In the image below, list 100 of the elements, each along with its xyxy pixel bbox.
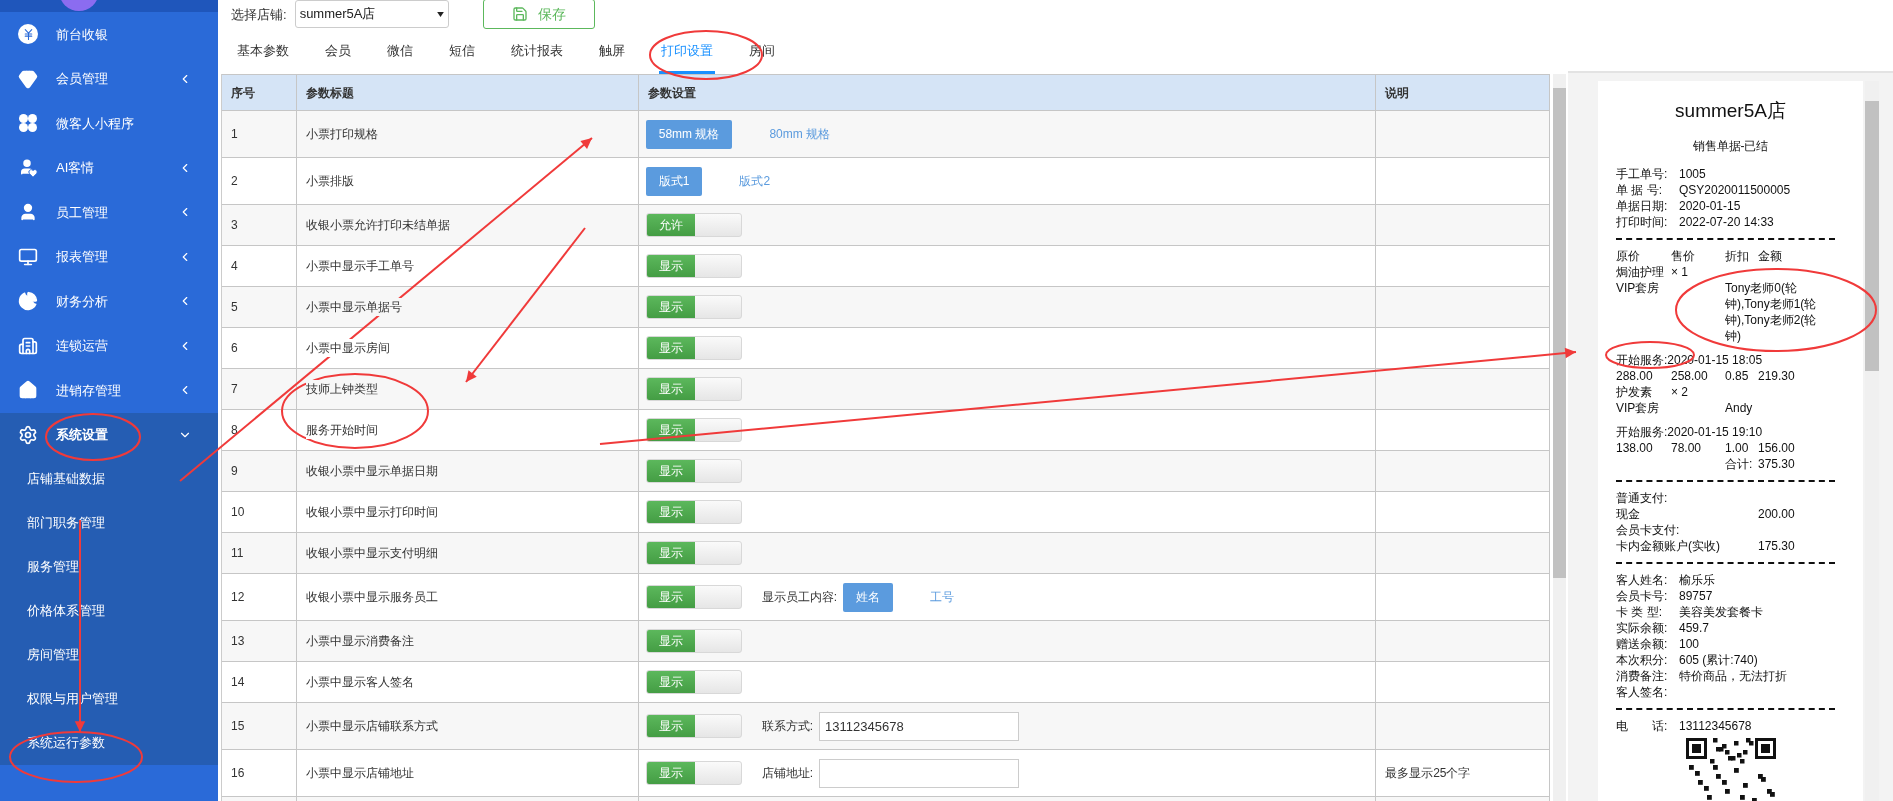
toggle-switch[interactable]: 显示 [645, 500, 742, 524]
receipt-label: 卡 类 型: [1616, 604, 1663, 620]
receipt-value: 护发素 [1616, 384, 1653, 400]
tab[interactable]: 统计报表 [509, 30, 565, 74]
receipt-value: 0.85 [1725, 368, 1750, 384]
column-header: 参数标题 [296, 75, 639, 110]
option-button[interactable]: 版式1 [645, 166, 703, 196]
receipt-label: 单 据 号: [1616, 182, 1663, 198]
receipt-subtitle: 销售单据-已结 [1691, 138, 1770, 154]
toggle-switch[interactable]: 显示 [645, 254, 742, 278]
table-cell: 8 [222, 410, 297, 450]
table-cell: 小票中显示客人签名 [305, 673, 414, 691]
sidebar-label: 报表管理 [56, 248, 109, 266]
field-label: 店铺地址: [761, 765, 814, 782]
receipt-label: 单据日期: [1616, 198, 1669, 214]
receipt-label: 开始服务: [1616, 424, 1668, 440]
option-button[interactable]: 姓名 [843, 582, 894, 612]
table-cell: 技师上钟类型 [305, 380, 378, 398]
sidebar-item[interactable]: 前台收银 [0, 12, 218, 57]
sidebar-item[interactable]: 财务分析 [0, 279, 218, 324]
toggle-switch[interactable]: 允许 [645, 213, 742, 237]
submenu-item[interactable]: 服务管理 [0, 545, 218, 589]
receipt-value: 榆乐乐 [1679, 572, 1715, 588]
tab[interactable]: 短信 [447, 30, 477, 74]
receipt-value: × 2 [1671, 384, 1689, 400]
toggle-switch[interactable]: 显示 [645, 295, 742, 319]
submenu-item[interactable]: 权限与用户管理 [0, 677, 218, 721]
receipt-value: 2022-07-20 14:33 [1679, 214, 1774, 230]
caret-icon [436, 11, 444, 17]
submenu-item[interactable]: 店铺基础数据 [0, 457, 218, 501]
sidebar-label: 连锁运营 [56, 337, 109, 355]
toggle-switch[interactable]: 显示 [645, 629, 742, 653]
receipt-value: 459.7 [1679, 620, 1710, 636]
sidebar-label: 前台收银 [56, 25, 109, 44]
receipt-value: 258.00 [1671, 368, 1709, 384]
sidebar-item[interactable]: 员工管理 [0, 190, 218, 235]
toggle-switch[interactable]: 显示 [645, 585, 742, 609]
toggle-switch[interactable]: 显示 [645, 761, 742, 785]
table-cell: 收银小票中显示支付明细 [305, 544, 438, 562]
toggle-switch[interactable]: 显示 [645, 377, 742, 401]
toggle-switch[interactable]: 显示 [645, 418, 742, 442]
sidebar-label: 财务分析 [56, 292, 109, 311]
toggle-switch[interactable]: 显示 [645, 670, 742, 694]
receipt-value: 焗油护理 [1616, 264, 1665, 280]
option-button[interactable]: 工号 [917, 582, 968, 612]
receipt-value: 1005 [1679, 166, 1706, 182]
option-button[interactable]: 58mm 规格 [645, 119, 733, 149]
toggle-switch[interactable]: 显示 [645, 459, 742, 483]
receipt-value: 折扣 [1725, 248, 1750, 264]
sidebar-item[interactable]: 报表管理 [0, 234, 218, 279]
sidebar-label: AI客情 [56, 159, 96, 177]
sidebar-item[interactable]: 系统设置 [0, 412, 218, 457]
receipt-value: 200.00 [1758, 506, 1795, 522]
save-button[interactable]: 保存 [482, 0, 595, 29]
submenu-item[interactable]: 房间管理 [0, 633, 218, 677]
sidebar-item[interactable]: AI客情 [0, 145, 218, 190]
tab[interactable]: 微信 [385, 30, 415, 74]
table-cell: 5 [222, 287, 297, 327]
tab[interactable]: 房间 [747, 30, 777, 74]
receipt-label: 会员卡支付: [1616, 522, 1681, 538]
receipt-value: 特价商品，无法打折 [1679, 668, 1787, 684]
store-select[interactable]: summer5A店 [294, 0, 449, 28]
table-cell: 小票中显示房间 [305, 339, 390, 357]
receipt-label: 会员卡号: [1616, 588, 1669, 604]
receipt-value: VIP套房 [1616, 280, 1661, 297]
option-button[interactable]: 版式2 [726, 166, 784, 196]
sidebar-item[interactable]: 进销存管理 [0, 368, 218, 413]
yen-icon [18, 24, 38, 45]
receipt-value: 1.00 [1725, 440, 1750, 456]
tab[interactable]: 触屏 [597, 30, 627, 74]
receipt-value: 2020-01-15 [1679, 198, 1741, 214]
toggle-switch[interactable]: 显示 [645, 336, 742, 360]
sidebar-item[interactable]: 连锁运营 [0, 323, 218, 368]
scrollbar[interactable] [1553, 74, 1566, 801]
scrollbar-thumb[interactable] [1553, 88, 1566, 578]
option-button[interactable]: 80mm 规格 [756, 119, 844, 149]
sidebar-item[interactable]: 微客人小程序 [0, 101, 218, 146]
tab[interactable]: 基本参数 [235, 30, 291, 74]
scrollbar-thumb[interactable] [1865, 101, 1879, 371]
receipt-label: 本次积分: [1616, 652, 1669, 668]
table-cell: 收银小票允许打印未结单据 [305, 216, 450, 234]
input-field[interactable] [819, 758, 1020, 788]
receipt-value: 138.00 [1616, 440, 1654, 456]
sidebar-item[interactable]: 会员管理 [0, 56, 218, 101]
receipt-value: 13112345678 [1679, 718, 1752, 734]
receipt-label: 手工单号: [1616, 166, 1669, 182]
receipt-value: 288.00 [1616, 368, 1654, 384]
toggle-switch[interactable]: 显示 [645, 541, 742, 565]
field-label: 显示员工内容: [761, 589, 838, 606]
tab[interactable]: 会员 [323, 30, 353, 74]
gem-icon [18, 68, 38, 89]
receipt-value: VIP套房 [1616, 400, 1661, 416]
receipt-value: 2020-01-15 19:10 [1667, 424, 1763, 440]
input-field[interactable]: 13112345678 [819, 711, 1020, 741]
table-cell: 11 [222, 533, 297, 573]
table-cell-text: 最多显示25个字 [1385, 765, 1471, 782]
receipt-title: summer5A店 [1674, 99, 1787, 123]
table-cell: 服务开始时间 [305, 421, 378, 439]
submenu-item[interactable]: 系统运行参数 [0, 721, 218, 765]
toggle-switch[interactable]: 显示 [645, 714, 742, 738]
